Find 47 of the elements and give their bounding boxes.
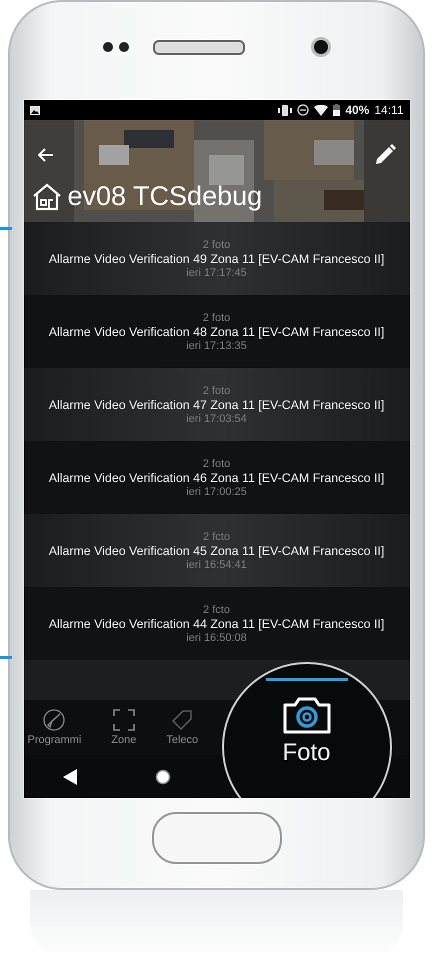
alarm-time: ieri 16:50:08 [186, 632, 247, 644]
camera-icon [282, 695, 332, 735]
alarm-time: ieri 17:17:45 [186, 266, 247, 278]
alarm-list-item[interactable]: 2 foto Allarme Video Verification 48 Zona 11 [EV-CAM Francesco II] ieri 17:13:35 [24, 295, 410, 368]
do-not-disturb-icon [297, 104, 310, 116]
nav-tab[interactable]: Teleco [166, 709, 198, 746]
photo-count: 2 foto [202, 384, 230, 396]
alarm-time: ieri 17:00:25 [186, 486, 247, 498]
back-arrow-icon[interactable] [38, 148, 54, 162]
wifi-icon [314, 104, 328, 116]
alarm-title: Allarme Video Verification 45 Zona 11 [EV-CAM Francesco II] [48, 544, 384, 558]
alarm-list-item[interactable]: 2 foto Allarme Video Verification 46 Zona 11 [EV-CAM Francesco II] ieri 17:00:25 [24, 441, 410, 514]
alarm-time: ieri 17:13:35 [186, 340, 247, 352]
alarm-title: Allarme Video Verification 48 Zona 11 [EV-CAM Francesco II] [48, 324, 384, 338]
alarm-title: Allarme Video Verification 46 Zona 11 [EV-CAM Francesco II] [48, 470, 384, 484]
battery-icon [333, 104, 340, 116]
battery-level: 40% [345, 103, 370, 117]
home-circle-icon[interactable] [155, 768, 172, 784]
clock: 14:11 [374, 103, 404, 117]
alarm-list-item[interactable]: 2 foto Allarme Video Verification 49 Zona 11 [EV-CAM Francesco II] ieri 17:17:45 [24, 222, 410, 295]
house-title: ev08 TCSdebug [68, 181, 262, 212]
photo-count: 2 fcto [203, 530, 230, 542]
tag-icon [171, 709, 194, 731]
alarm-list-item[interactable]: 2 fcto Allarme Video Verification 44 Zona 11 [EV-CAM Francesco II] ieri 16:50:08 [24, 587, 410, 660]
alarm-list-item[interactable]: 2 fcto Allarme Video Verification 45 Zona 11 [EV-CAM Francesco II] ieri 16:54:41 [24, 514, 410, 587]
alarm-list-item[interactable]: 2 foto Allarme Video Verification 47 Zona 11 [EV-CAM Francesco II] ieri 17:03:54 [24, 368, 410, 441]
home-icon [32, 182, 62, 210]
nav-tab[interactable]: Zone [111, 709, 136, 746]
frame-corners-icon [112, 709, 135, 731]
alarm-title: Allarme Video Verification 49 Zona 11 [EV-CAM Francesco II] [48, 252, 384, 266]
nav-tab[interactable]: Foto [266, 664, 348, 798]
back-triangle-icon[interactable] [62, 768, 77, 784]
photo-count: 2 foto [202, 238, 230, 250]
alarm-time: ieri 16:54:41 [186, 558, 247, 570]
alarm-time: ieri 17:03:54 [186, 412, 247, 424]
alarm-title: Allarme Video Verification 47 Zona 11 [EV-CAM Francesco II] [48, 398, 384, 412]
edit-icon[interactable] [374, 144, 396, 166]
image-icon [30, 106, 40, 114]
vibrate-icon [278, 104, 292, 116]
alarm-title: Allarme Video Verification 44 Zona 11 [EV-CAM Francesco II] [48, 616, 384, 630]
photo-count: 2 fcto [203, 604, 230, 616]
paper-plane-icon [43, 709, 66, 731]
photo-count: 2 foto [202, 312, 230, 324]
front-camera-icon [310, 37, 330, 57]
home-button[interactable] [152, 812, 282, 864]
nav-tab[interactable]: Programmi [28, 709, 82, 746]
photo-count: 2 foto [202, 458, 230, 470]
